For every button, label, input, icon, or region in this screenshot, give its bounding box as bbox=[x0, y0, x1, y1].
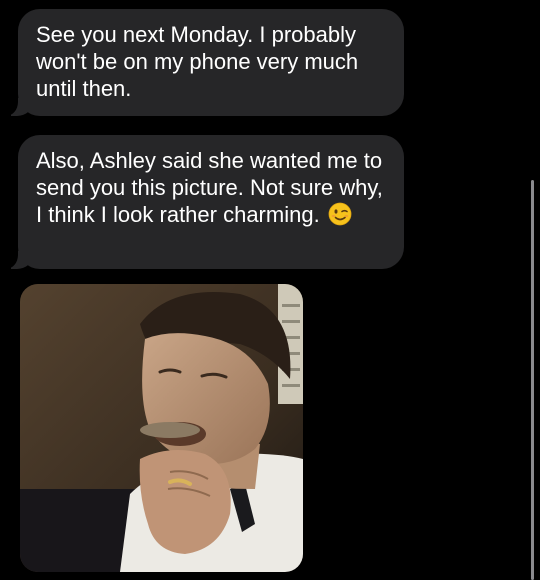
bubble-tail bbox=[3, 247, 33, 269]
message-text: See you next Monday. I probably won't be… bbox=[36, 22, 359, 101]
incoming-message-bubble[interactable]: See you next Monday. I probably won't be… bbox=[3, 9, 404, 116]
message-thread[interactable]: See you next Monday. I probably won't be… bbox=[0, 0, 540, 580]
scroll-indicator[interactable] bbox=[531, 180, 534, 580]
photo-attachment-icon bbox=[20, 284, 303, 572]
winking-face-emoji-icon bbox=[328, 202, 352, 226]
bubble-tail bbox=[3, 94, 33, 116]
photo-attachment[interactable] bbox=[20, 284, 303, 572]
incoming-message-bubble[interactable]: Also, Ashley said she wanted me to send … bbox=[3, 135, 404, 269]
